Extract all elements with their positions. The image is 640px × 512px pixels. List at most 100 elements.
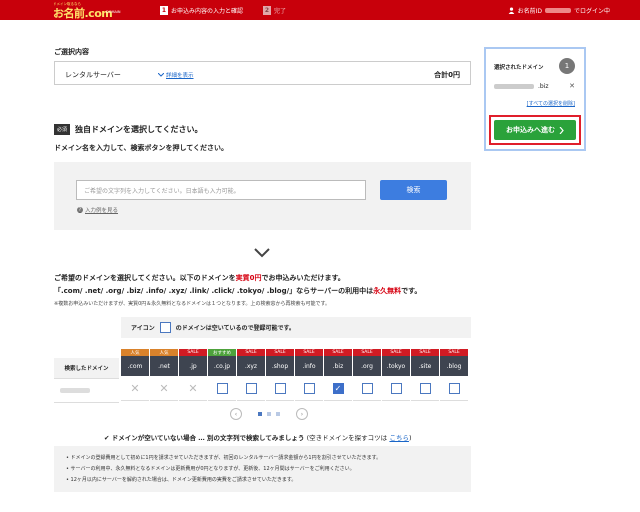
selected-count-badge: 1 [559,58,575,74]
remove-domain-icon[interactable]: ✕ [569,82,575,90]
domain-checkbox[interactable] [274,382,286,394]
hint-link[interactable]: こちら [389,434,409,442]
pager-dot-3[interactable] [276,412,280,416]
searched-domain-name [54,378,119,403]
legend-prefix: アイコン [131,325,155,332]
step-2-label: 完了 [274,7,287,15]
hint-main: ✔ ドメインが空いていない場合 … 別の文字列で検索してみましょう [104,434,305,442]
pager-dot-1[interactable] [258,412,262,416]
step-1-label: お申込み内容の入力と確認 [171,7,244,15]
domain-column: SALE .site [411,349,439,401]
tld-header: .tokyo [382,356,410,376]
domain-tag-sale: SALE [295,349,323,356]
logo-text: お名前.com [53,7,113,20]
hint-close: ) [408,434,412,442]
promo-free-highlight: 実質0円 [235,274,262,282]
promo-line-1: ご希望のドメインを選択してください。以下のドメインを実質0円でお申込みいただけま… [54,273,345,283]
user-login-status: でログイン中 [573,8,610,15]
domain-checkbox[interactable] [390,382,402,394]
promo-line-2-end: です。 [401,287,422,295]
tld-header: .biz [324,356,352,376]
tld-header: .info [295,356,323,376]
domain-column: おすすめ .co.jp [208,349,236,401]
domain-column: 人気 .net ✕ [150,349,178,401]
availability-hint: ✔ ドメインが空いていない場合 … 別の文字列で検索してみましょう (空きドメイ… [104,432,411,442]
domain-checkbox[interactable] [448,382,460,394]
domain-checkbox[interactable] [419,382,431,394]
table-pager: ‹ › [230,408,308,420]
domain-tag-sale: SALE [237,349,265,356]
selected-domain-item: .biz [494,83,549,90]
remove-all-link[interactable]: [すべての選択を削除] [527,100,575,107]
domain-tag-sale: SALE [382,349,410,356]
detail-link[interactable]: 詳細を表示 [166,71,194,79]
domain-checkbox[interactable] [245,382,257,394]
tld-header: .blog [440,356,468,376]
domain-tag-sale: SALE [324,349,352,356]
domain-checkbox[interactable] [303,382,315,394]
tld-header: .co.jp [208,356,236,376]
tld-header: .com [121,356,149,376]
pager-dot-2[interactable] [267,412,271,416]
note-item: ドメインの登録費用として初めに1円を請求させていただきますが、初回のレンタルサー… [66,454,459,461]
pager-prev-button[interactable]: ‹ [230,408,242,420]
onamae-logo[interactable]: ドメイン取るなら お名前.com DOMAIN [53,2,121,20]
user-status: お名前ID でログイン中 [508,6,610,15]
domain-tag-pop: 人気 [150,349,178,356]
unavailable-icon: ✕ [179,376,207,401]
selected-domain-tld: .biz [538,83,549,90]
searched-domain-label: 検索したドメイン [54,358,119,378]
domain-cell [208,376,236,401]
searched-domain-redacted [60,388,90,393]
domain-column: SALE .tokyo [382,349,410,401]
example-link-label: 入力例を見る [85,208,119,214]
domain-tag-sale: SALE [440,349,468,356]
step-2: 2 完了 [263,5,286,15]
domain-section-heading: 必須 独自ドメインを選択してください。 [54,124,203,135]
domain-cell [266,376,294,401]
domain-cell: ✓ [324,376,352,401]
step-1-number: 1 [160,5,168,15]
promo-line-1-end: でお申込みいただけます。 [261,274,345,282]
tld-header: .net [150,356,178,376]
selected-domains-panel: 選択されたドメイン 1 .biz ✕ [すべての選択を削除] お申込みへ進む [484,47,586,151]
domain-checkbox-checked[interactable]: ✓ [332,382,344,394]
domain-column: 人気 .com ✕ [121,349,149,401]
note-item: サーバーの利用中、永久無料となるドメインは更新費用が0円となりますが、更新後、1… [66,465,459,472]
availability-legend: アイコン のドメインは空いているので登録可能です。 [121,317,471,338]
legend-suffix: のドメインは空いているので登録可能です。 [175,325,295,332]
user-icon [508,7,514,14]
proceed-button[interactable]: お申込みへ進む [494,120,576,140]
tld-header: .org [353,356,381,376]
domain-tag-pop: 人気 [121,349,149,356]
domain-search-input[interactable]: ご希望の文字列を入力してください。日本語も入力可能。 [76,180,366,200]
selection-box: レンタルサーバー 詳細を表示 合計0円 [54,61,471,85]
domain-tag-sale: SALE [353,349,381,356]
example-link[interactable]: ? 入力例を見る [77,206,118,214]
search-button[interactable]: 検索 [380,180,447,200]
domain-tag-sale: SALE [411,349,439,356]
selection-title: ご選択内容 [54,48,89,56]
promo-line-2: 「.com/ .net/ .org/ .biz/ .info/ .xyz/ .l… [54,286,421,296]
domain-column: SALE .blog [440,349,468,401]
detail-toggle[interactable]: 詳細を表示 [158,71,194,79]
question-icon: ? [77,207,83,213]
domain-name-redacted [494,84,534,89]
proceed-label: お申込みへ進む [506,126,555,134]
domain-checkbox[interactable] [361,382,373,394]
pager-next-button[interactable]: › [296,408,308,420]
chevron-right-icon [559,126,564,134]
search-panel: ご希望の文字列を入力してください。日本語も入力可能。 検索 ? 入力例を見る [54,162,471,230]
domain-cell [295,376,323,401]
promo-forever-free: 永久無料 [373,287,402,295]
domain-checkbox[interactable] [216,382,228,394]
domain-column: SALE .biz ✓ [324,349,352,401]
hint-sub: (空きドメインを探すコツは [306,434,388,442]
tld-header: .jp [179,356,207,376]
domain-column: SALE .xyz [237,349,265,401]
total-price: 合計0円 [434,71,460,79]
promo-note: ※複数お申込みいただけますが、実質0円＆永久無料となるドメインは１つとなります。… [54,301,330,307]
domain-column: SALE .shop [266,349,294,401]
domain-column: SALE .org [353,349,381,401]
unavailable-icon: ✕ [150,376,178,401]
